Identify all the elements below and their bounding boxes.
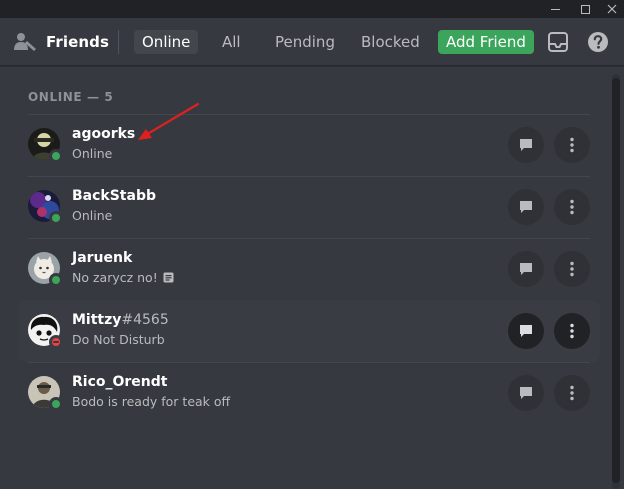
status-text: No zarycz no!: [72, 270, 158, 285]
tab-blocked[interactable]: Blocked: [353, 30, 428, 54]
username-text: Jaruenk: [72, 250, 133, 266]
message-icon: [520, 325, 532, 337]
more-options-button[interactable]: [554, 127, 590, 163]
status-text: Do Not Disturb: [72, 332, 165, 347]
message-button[interactable]: [508, 127, 544, 163]
status-text: Online: [72, 208, 113, 223]
status-online-indicator: [49, 273, 63, 287]
more-vertical-icon: [570, 199, 574, 215]
note-icon: [163, 272, 174, 283]
help-icon[interactable]: [587, 31, 609, 53]
friend-username: BackStabb: [72, 188, 156, 204]
message-button[interactable]: [508, 251, 544, 287]
friend-username: agoorks: [72, 126, 135, 142]
message-button[interactable]: [508, 313, 544, 349]
friends-header: Friends Online All Pending Blocked Add F…: [0, 18, 624, 66]
close-button[interactable]: [597, 0, 624, 18]
maximize-icon: [580, 4, 590, 14]
friend-row[interactable]: BackStabb Online: [18, 176, 600, 238]
more-options-button[interactable]: [554, 189, 590, 225]
more-vertical-icon: [570, 137, 574, 153]
username-text: Rico_Orendt: [72, 374, 168, 390]
friend-status-text: Do Not Disturb: [72, 332, 165, 347]
tab-online[interactable]: Online: [134, 30, 199, 54]
status-online-indicator: [49, 149, 63, 163]
friend-status-text: No zarycz no!: [72, 270, 174, 285]
inbox-icon[interactable]: [547, 31, 569, 53]
row-divider: [28, 176, 590, 177]
username-text: Mittzy: [72, 312, 122, 328]
status-dnd-indicator: [49, 335, 63, 349]
annotation-arrow-icon: [138, 102, 200, 140]
more-options-button[interactable]: [554, 375, 590, 411]
friend-username: Jaruenk: [72, 250, 132, 266]
more-vertical-icon: [570, 323, 574, 339]
tab-pending[interactable]: Pending: [267, 30, 343, 54]
more-options-button[interactable]: [554, 251, 590, 287]
friends-icon: [14, 33, 36, 51]
username-discriminator: #4565: [121, 312, 169, 328]
status-text: Online: [72, 146, 113, 161]
status-online-indicator: [49, 211, 63, 225]
more-vertical-icon: [570, 385, 574, 401]
row-divider: [28, 362, 590, 363]
more-options-button[interactable]: [554, 313, 590, 349]
friend-status-text: Online: [72, 208, 112, 223]
friend-row[interactable]: Mittzy#4565 Do Not Disturb: [18, 300, 600, 362]
more-vertical-icon: [570, 261, 574, 277]
page-title: Friends: [46, 33, 110, 51]
add-friend-button[interactable]: Add Friend: [438, 30, 534, 54]
minimize-button[interactable]: [540, 0, 570, 18]
message-button[interactable]: [508, 189, 544, 225]
friend-row[interactable]: agoorks Online: [18, 114, 600, 176]
message-icon: [520, 387, 532, 399]
tab-all[interactable]: All: [214, 30, 249, 54]
row-divider: [28, 238, 590, 239]
message-icon: [520, 263, 532, 275]
friend-status-text: Online: [72, 146, 112, 161]
message-button[interactable]: [508, 375, 544, 411]
status-online-indicator: [49, 397, 63, 411]
friend-status-text: Bodo is ready for teak off: [72, 394, 230, 409]
friend-row[interactable]: Jaruenk No zarycz no!: [18, 238, 600, 300]
minimize-icon: [550, 8, 560, 10]
maximize-button[interactable]: [570, 0, 600, 18]
status-text: Bodo is ready for teak off: [72, 394, 231, 409]
row-divider: [28, 114, 590, 115]
window-titlebar: [0, 0, 624, 18]
friend-username: Rico_Orendt: [72, 374, 167, 390]
header-divider: [118, 30, 119, 54]
message-icon: [520, 201, 532, 213]
scrollbar-thumb[interactable]: [612, 78, 620, 483]
friend-row[interactable]: Rico_Orendt Bodo is ready for teak off: [18, 362, 600, 424]
username-text: BackStabb: [72, 188, 156, 204]
message-icon: [520, 139, 532, 151]
friend-username: Mittzy#4565: [72, 312, 169, 328]
online-section-header: ONLINE — 5: [28, 90, 114, 104]
close-icon: [607, 4, 617, 14]
username-text: agoorks: [72, 126, 136, 142]
